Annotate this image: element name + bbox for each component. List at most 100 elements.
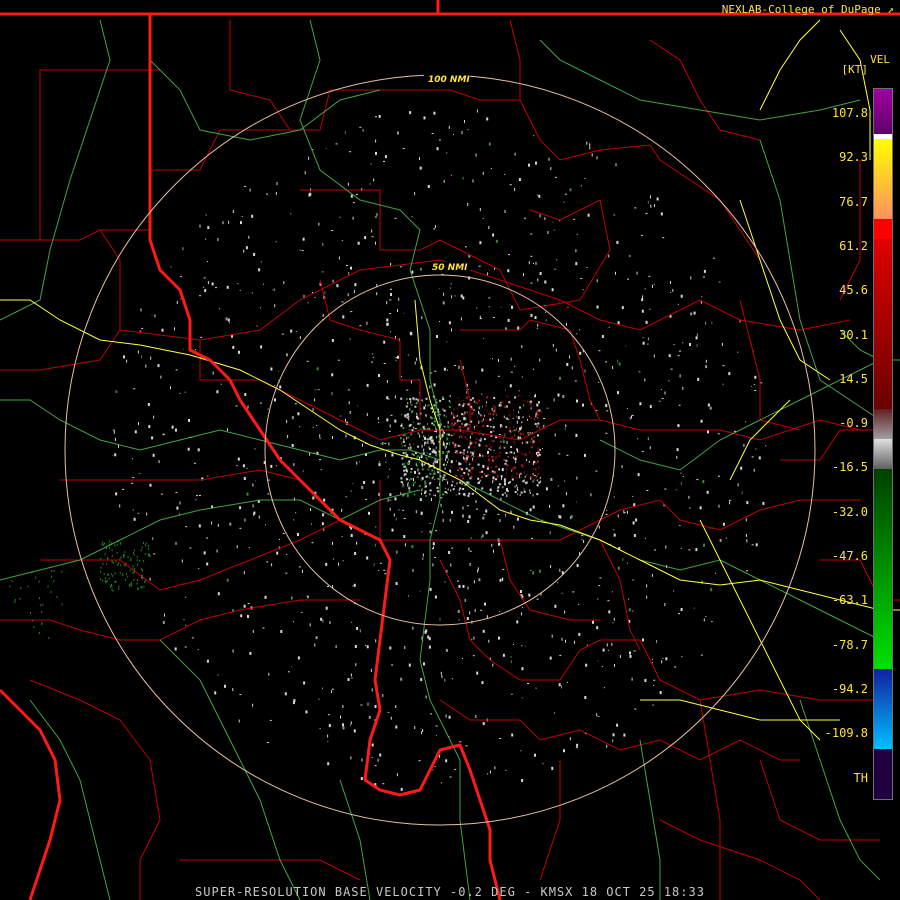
echo-pixel xyxy=(535,462,537,465)
echo-pixel xyxy=(627,510,628,514)
echo-pixel xyxy=(410,400,412,404)
echo-pixel xyxy=(386,322,389,326)
echo-pixel xyxy=(385,453,386,457)
echo-pixel xyxy=(629,655,632,658)
echo-pixel xyxy=(423,448,425,452)
echo-pixel xyxy=(490,448,492,451)
echo-pixel xyxy=(538,194,541,198)
echo-pixel xyxy=(569,355,570,359)
echo-pixel xyxy=(520,590,522,593)
echo-pixel xyxy=(214,691,217,695)
echo-pixel xyxy=(139,559,141,562)
echo-pixel xyxy=(538,425,540,427)
echo-pixel xyxy=(425,695,427,699)
echo-pixel xyxy=(215,287,217,289)
echo-pixel xyxy=(533,461,535,464)
echo-pixel xyxy=(509,430,511,433)
echo-pixel xyxy=(578,603,580,605)
echo-pixel xyxy=(479,430,481,433)
echo-pixel xyxy=(494,471,496,474)
echo-pixel xyxy=(506,444,508,447)
echo-pixel xyxy=(465,745,468,747)
echo-pixel xyxy=(503,446,505,449)
echo-pixel xyxy=(275,465,277,467)
echo-pixel xyxy=(670,291,672,293)
echo-pixel xyxy=(451,425,453,427)
echo-pixel xyxy=(485,475,488,477)
echo-pixel xyxy=(419,590,421,592)
echo-pixel xyxy=(569,737,571,741)
echo-pixel xyxy=(237,283,239,285)
echo-pixel xyxy=(451,427,453,429)
echo-pixel xyxy=(413,421,415,424)
echo-pixel xyxy=(621,465,623,469)
echo-pixel xyxy=(559,654,562,656)
echo-pixel xyxy=(608,254,610,258)
echo-pixel xyxy=(487,272,489,276)
legend-title: VEL xyxy=(870,53,890,66)
echo-pixel xyxy=(558,453,561,455)
echo-pixel xyxy=(130,581,132,584)
echo-pixel xyxy=(191,637,194,639)
echo-pixel xyxy=(574,640,575,644)
echo-pixel xyxy=(680,608,683,611)
echo-pixel xyxy=(421,431,423,434)
echo-pixel xyxy=(141,568,142,571)
echo-pixel xyxy=(352,585,354,587)
echo-pixel xyxy=(41,611,43,614)
echo-pixel xyxy=(530,313,533,317)
echo-pixel xyxy=(415,402,418,405)
echo-pixel xyxy=(584,178,586,179)
echo-pixel xyxy=(468,433,470,436)
echo-pixel xyxy=(151,436,154,440)
echo-pixel xyxy=(433,228,436,230)
echo-pixel xyxy=(236,545,238,549)
echo-pixel xyxy=(354,645,357,648)
echo-pixel xyxy=(133,388,136,390)
echo-pixel xyxy=(428,476,430,479)
echo-pixel xyxy=(232,688,234,692)
echo-pixel xyxy=(519,474,521,477)
echo-pixel xyxy=(436,460,439,464)
echo-pixel xyxy=(606,744,608,748)
echo-pixel xyxy=(718,504,720,508)
echo-pixel xyxy=(415,398,418,401)
echo-pixel xyxy=(565,639,566,643)
echo-pixel xyxy=(469,471,472,474)
credit-label[interactable]: NEXLAB-College of DuPage ↗ xyxy=(722,3,894,16)
echo-pixel xyxy=(633,534,636,537)
echo-pixel xyxy=(105,577,107,580)
echo-pixel xyxy=(591,153,593,157)
echo-pixel xyxy=(424,443,426,446)
echo-pixel xyxy=(386,380,388,383)
echo-pixel xyxy=(130,559,132,562)
echo-pixel xyxy=(377,570,379,572)
echo-pixel xyxy=(524,217,527,219)
echo-pixel xyxy=(446,439,448,441)
echo-pixel xyxy=(612,622,614,624)
echo-pixel xyxy=(499,451,502,454)
echo-pixel xyxy=(539,358,541,362)
echo-pixel xyxy=(492,404,495,407)
echo-pixel xyxy=(119,571,121,574)
echo-pixel xyxy=(141,355,143,359)
echo-pixel xyxy=(553,398,555,402)
echo-pixel xyxy=(492,480,494,484)
echo-pixel xyxy=(259,402,262,404)
echo-pixel xyxy=(537,460,539,463)
echo-pixel xyxy=(523,490,526,493)
echo-pixel xyxy=(435,446,437,450)
echo-pixel xyxy=(566,492,567,496)
echo-pixel xyxy=(613,533,616,537)
echo-pixel xyxy=(492,358,493,360)
echo-pixel xyxy=(302,237,305,241)
echo-pixel xyxy=(536,598,539,600)
echo-pixel xyxy=(154,314,156,318)
echo-pixel xyxy=(118,588,120,591)
echo-pixel xyxy=(473,445,476,448)
echo-pixel xyxy=(506,426,508,429)
echo-pixel xyxy=(465,403,467,406)
echo-pixel xyxy=(530,477,532,480)
echo-pixel xyxy=(325,606,328,610)
echo-pixel xyxy=(617,514,619,518)
